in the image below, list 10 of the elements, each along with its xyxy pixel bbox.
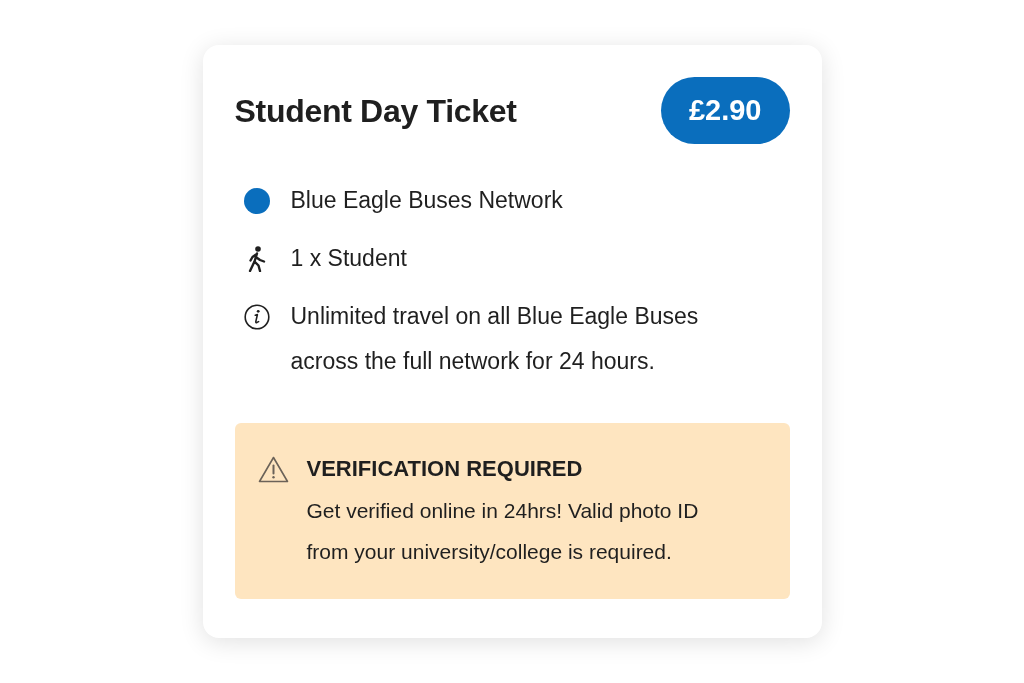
ticket-title: Student Day Ticket bbox=[234, 91, 517, 131]
walking-person-icon bbox=[247, 245, 266, 272]
warning-icon bbox=[257, 455, 289, 483]
info-icon bbox=[243, 303, 270, 330]
notice-text: Get verified online in 24hrs! Valid photo ID from your university/college is required. bbox=[306, 498, 700, 565]
price-badge: £2.90 bbox=[660, 77, 790, 144]
detail-text: Blue Eagle Buses Network bbox=[290, 186, 564, 215]
notice-title: VERIFICATION REQUIRED bbox=[306, 455, 584, 483]
detail-text: Unlimited travel on all Blue Eagle Buses across the full network for 24 hours. bbox=[290, 302, 700, 376]
detail-text: 1 x Student bbox=[290, 244, 408, 273]
